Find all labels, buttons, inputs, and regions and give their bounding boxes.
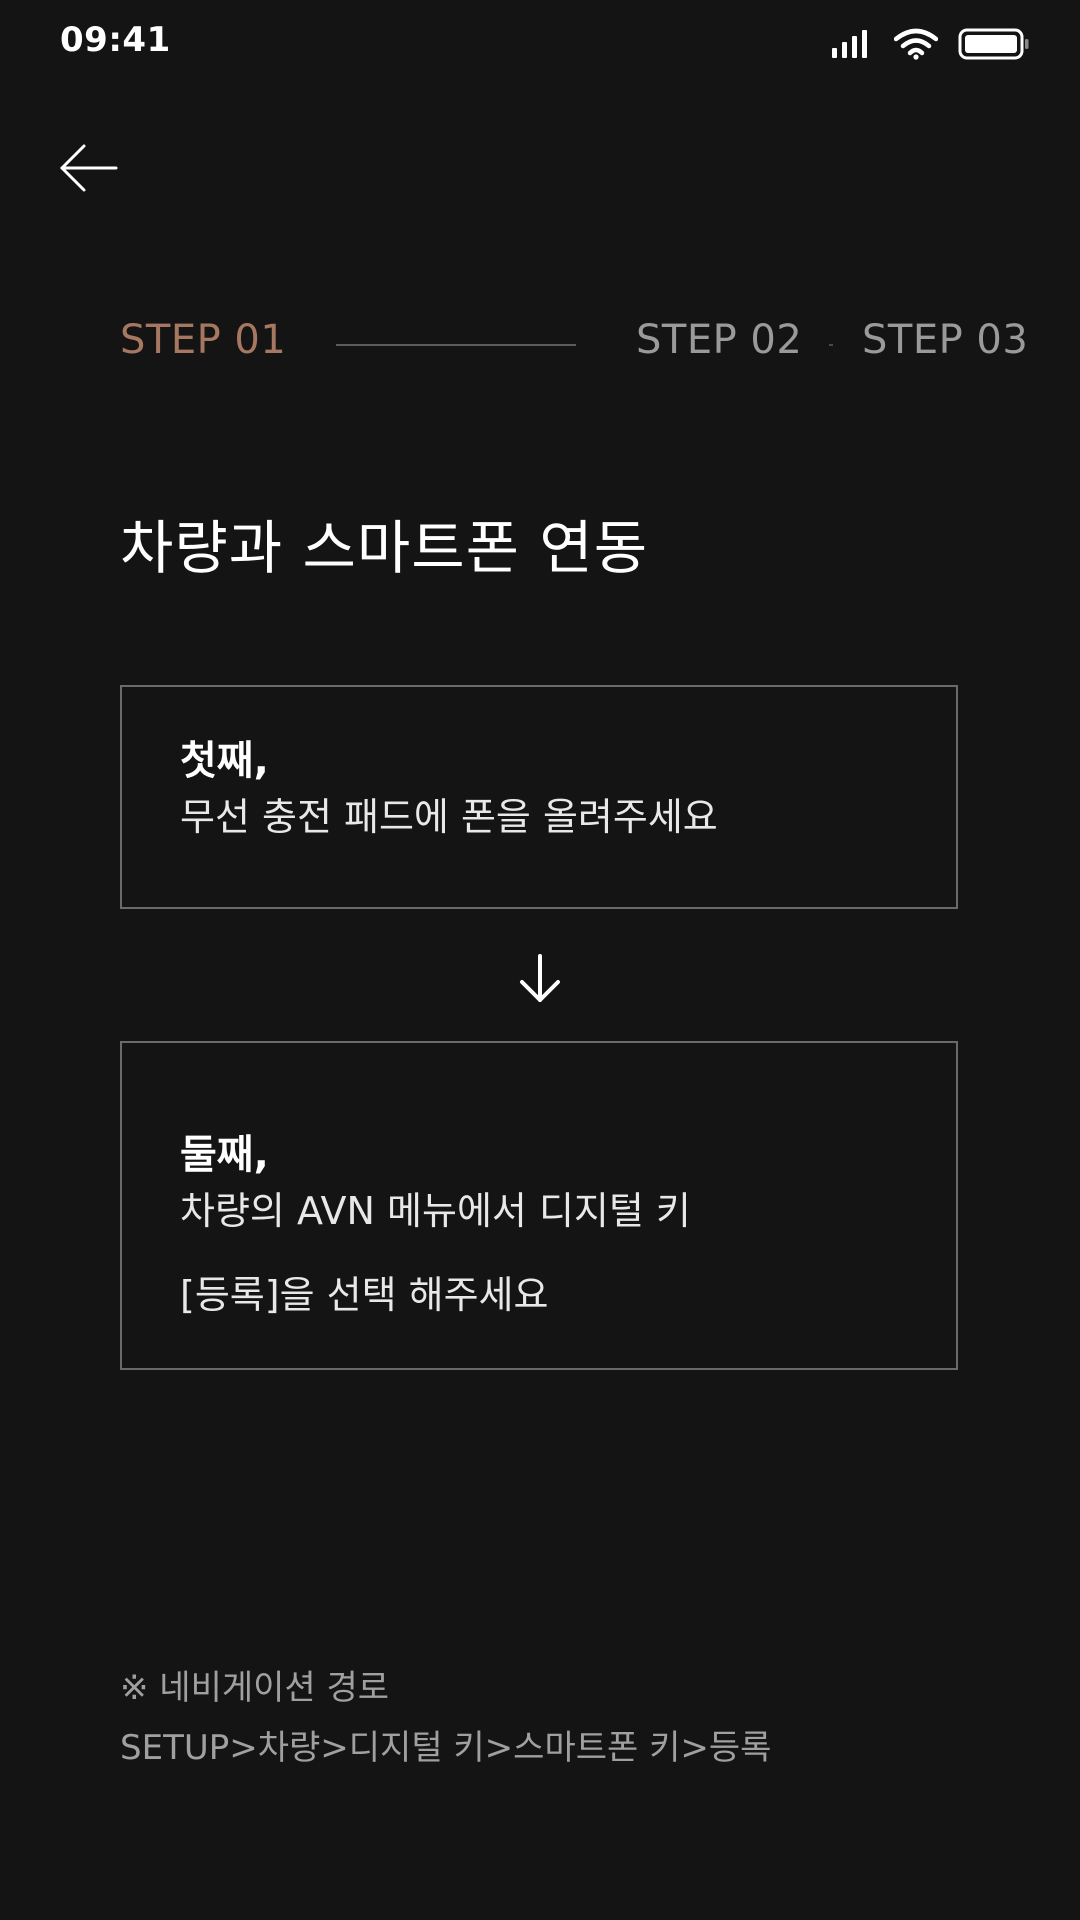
instruction-card-1: 첫째, 무선 충전 패드에 폰을 올려주세요 (120, 685, 958, 909)
navigation-path: SETUP>차량>디지털 키>스마트폰 키>등록 (120, 1728, 772, 1768)
status-icons (830, 24, 1030, 64)
page-title: 차량과 스마트폰 연동 (120, 514, 649, 582)
card-2-text-line-1: 차량의 AVN 메뉴에서 디지털 키 (180, 1189, 691, 1233)
card-1-text: 무선 충전 패드에 폰을 올려주세요 (180, 795, 718, 839)
step-2-label: STEP 02 (636, 317, 803, 363)
status-bar: 09:41 (0, 0, 1080, 84)
step-indicator: STEP 01 STEP 02 STEP 03 (120, 310, 1040, 370)
step-separator (829, 344, 833, 346)
wifi-icon (894, 28, 938, 60)
step-progress-line (336, 344, 576, 346)
step-1-label: STEP 01 (120, 317, 287, 363)
arrow-down-icon (520, 954, 560, 1002)
instruction-card-2: 둘째, 차량의 AVN 메뉴에서 디지털 키 [등록]을 선택 해주세요 (120, 1041, 958, 1370)
card-2-heading: 둘째, (180, 1132, 269, 1178)
card-1-heading: 첫째, (180, 738, 269, 784)
navigation-note-title: ※ 네비게이션 경로 (120, 1668, 390, 1708)
signal-icon (832, 30, 867, 58)
step-3-label: STEP 03 (862, 317, 1029, 363)
status-time: 09:41 (60, 20, 171, 60)
battery-icon (958, 28, 1029, 60)
card-2-text-line-2: [등록]을 선택 해주세요 (180, 1273, 549, 1317)
back-arrow-icon (60, 144, 118, 192)
back-button[interactable] (48, 128, 128, 208)
